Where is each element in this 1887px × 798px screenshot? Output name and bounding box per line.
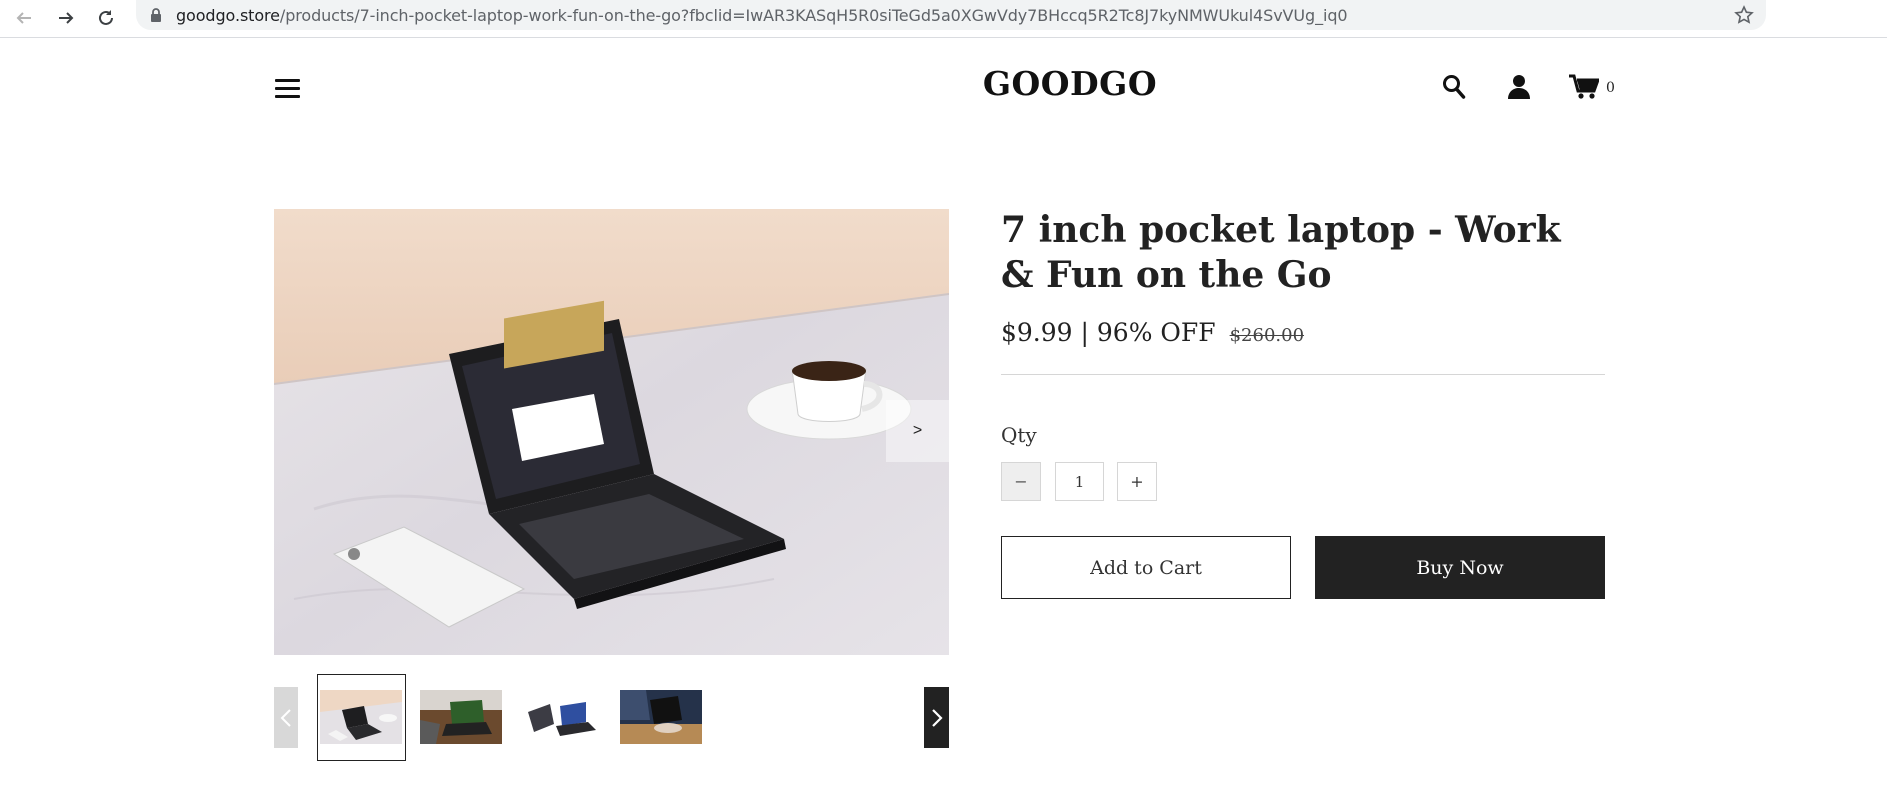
bookmark-star-icon[interactable]	[1734, 5, 1754, 25]
thumbnail-prev-button[interactable]	[274, 687, 298, 748]
site-logo[interactable]: GOODGO	[940, 64, 1200, 103]
url-host: goodgo.store	[176, 6, 280, 25]
main-image-next-button[interactable]: >	[886, 400, 949, 462]
qty-increase-button[interactable]: +	[1117, 462, 1157, 501]
chevron-right-icon	[931, 708, 943, 727]
account-icon[interactable]	[1507, 74, 1531, 100]
chevron-left-icon	[280, 708, 291, 727]
price-block: $9.99 | 96% OFF $260.00	[1001, 318, 1304, 347]
menu-icon[interactable]	[275, 79, 300, 99]
search-icon[interactable]	[1442, 74, 1466, 100]
sale-price: $9.99 | 96% OFF	[1001, 318, 1216, 347]
forward-arrow-icon[interactable]	[52, 4, 80, 32]
thumbnail-next-button[interactable]	[924, 687, 949, 748]
divider	[1001, 374, 1605, 375]
thumbnail-3[interactable]	[520, 690, 602, 744]
cart-count: 0	[1606, 80, 1615, 96]
thumbnail-3-image	[520, 690, 602, 744]
thumbnail-4[interactable]	[620, 690, 702, 744]
lock-icon	[151, 8, 161, 22]
product-title: 7 inch pocket laptop - Work & Fun on the…	[1001, 209, 1561, 296]
thumbnail-2[interactable]	[420, 690, 502, 744]
url-path: /products/7-inch-pocket-laptop-work-fun-…	[279, 6, 1348, 25]
laptop-photo	[274, 209, 949, 655]
browser-toolbar: goodgo.store/products/7-inch-pocket-lapt…	[0, 0, 1887, 38]
address-bar[interactable]: goodgo.store/products/7-inch-pocket-lapt…	[136, 0, 1766, 30]
thumbnail-4-image	[620, 690, 702, 744]
qty-decrease-button[interactable]: −	[1001, 462, 1041, 501]
url-text: goodgo.store/products/7-inch-pocket-lapt…	[176, 6, 1348, 25]
thumbnail-2-image	[420, 690, 502, 744]
thumbnail-1-image	[320, 690, 402, 744]
compare-price: $260.00	[1229, 325, 1305, 346]
reload-icon[interactable]	[92, 4, 120, 32]
product-main-image[interactable]	[274, 209, 949, 655]
add-to-cart-button[interactable]: Add to Cart	[1001, 536, 1291, 599]
thumbnail-1[interactable]	[320, 690, 402, 744]
buy-now-button[interactable]: Buy Now	[1315, 536, 1605, 599]
back-arrow-icon[interactable]	[10, 4, 38, 32]
cart-icon[interactable]	[1569, 74, 1599, 100]
qty-label: Qty	[1001, 423, 1037, 447]
qty-input[interactable]: 1	[1055, 462, 1104, 501]
